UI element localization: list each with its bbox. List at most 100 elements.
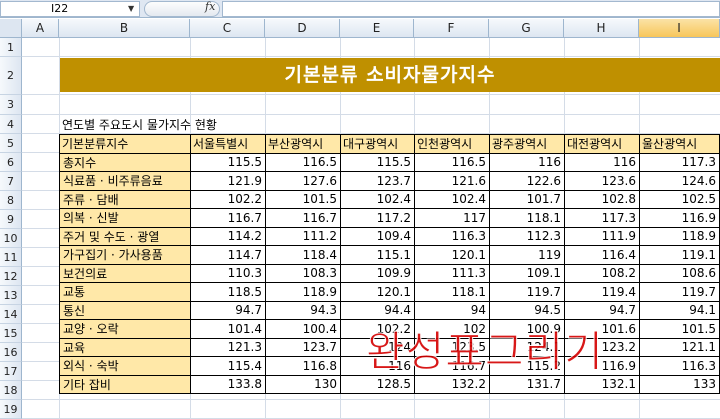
row-label[interactable]: 통신 <box>59 300 191 320</box>
row-label[interactable]: 교육 <box>59 337 191 357</box>
row-header-4[interactable]: 4 <box>0 115 22 134</box>
name-box[interactable]: I22 <box>0 1 140 17</box>
function-icon[interactable]: fx <box>205 0 215 13</box>
row-header-12[interactable]: 12 <box>0 267 22 286</box>
value-cell[interactable]: 108.3 <box>265 263 341 283</box>
row-label[interactable]: 가구집기 · 가사용품 <box>59 245 191 265</box>
value-cell[interactable]: 117.3 <box>564 208 640 228</box>
value-cell[interactable]: 115.4 <box>190 356 266 376</box>
value-cell[interactable]: 110.3 <box>190 263 266 283</box>
value-cell[interactable]: 133.8 <box>190 374 266 394</box>
value-cell[interactable]: 117.3 <box>639 152 720 172</box>
header-category[interactable]: 기본분류지수 <box>59 134 191 154</box>
row-label[interactable]: 식료품 · 비주류음료 <box>59 171 191 191</box>
value-cell[interactable]: 118.4 <box>265 245 341 265</box>
value-cell[interactable]: 117.2 <box>340 208 415 228</box>
row-label[interactable]: 교양 · 오락 <box>59 319 191 339</box>
row-header-3[interactable]: 3 <box>0 95 22 115</box>
value-cell[interactable]: 119.1 <box>639 245 720 265</box>
column-header-d[interactable]: D <box>265 19 340 38</box>
value-cell[interactable]: 119.7 <box>489 282 565 302</box>
header-city[interactable]: 광주광역시 <box>489 134 565 154</box>
column-header-g[interactable]: G <box>489 19 564 38</box>
value-cell[interactable]: 109.1 <box>489 263 565 283</box>
value-cell[interactable]: 101.7 <box>489 189 565 209</box>
value-cell[interactable]: 121.1 <box>639 337 720 357</box>
value-cell[interactable]: 115.5 <box>190 152 266 172</box>
header-city[interactable]: 대전광역시 <box>564 134 640 154</box>
header-city[interactable]: 울산광역시 <box>639 134 720 154</box>
value-cell[interactable]: 127.6 <box>265 171 341 191</box>
value-cell[interactable]: 94.3 <box>265 300 341 320</box>
row-header-17[interactable]: 17 <box>0 362 22 381</box>
value-cell[interactable]: 112.3 <box>489 226 565 246</box>
chevron-down-icon[interactable]: ▼ <box>128 4 134 13</box>
value-cell[interactable]: 94.5 <box>489 300 565 320</box>
value-cell[interactable]: 130 <box>265 374 341 394</box>
value-cell[interactable]: 94.7 <box>564 300 640 320</box>
value-cell[interactable]: 118.9 <box>265 282 341 302</box>
value-cell[interactable]: 101.5 <box>265 189 341 209</box>
row-header-16[interactable]: 16 <box>0 343 22 362</box>
row-header-13[interactable]: 13 <box>0 286 22 305</box>
value-cell[interactable]: 120.1 <box>340 282 415 302</box>
value-cell[interactable]: 122.6 <box>489 171 565 191</box>
value-cell[interactable]: 116.5 <box>414 152 490 172</box>
row-label[interactable]: 보건의료 <box>59 263 191 283</box>
value-cell[interactable]: 102.2 <box>190 189 266 209</box>
value-cell[interactable]: 116 <box>489 152 565 172</box>
value-cell[interactable]: 102.4 <box>340 189 415 209</box>
value-cell[interactable]: 108.6 <box>639 263 720 283</box>
row-header-19[interactable]: 19 <box>0 400 22 419</box>
row-label[interactable]: 교통 <box>59 282 191 302</box>
value-cell[interactable]: 100.4 <box>265 319 341 339</box>
value-cell[interactable]: 116.8 <box>265 356 341 376</box>
value-cell[interactable]: 115.5 <box>340 152 415 172</box>
column-header-f[interactable]: F <box>414 19 489 38</box>
value-cell[interactable]: 124.6 <box>639 171 720 191</box>
row-label[interactable]: 외식 · 숙박 <box>59 356 191 376</box>
value-cell[interactable]: 94.1 <box>639 300 720 320</box>
formula-input[interactable] <box>222 1 720 17</box>
value-cell[interactable]: 116.3 <box>414 226 490 246</box>
value-cell[interactable]: 120.1 <box>414 245 490 265</box>
value-cell[interactable]: 114.7 <box>190 245 266 265</box>
row-header-2[interactable]: 2 <box>0 57 22 95</box>
value-cell[interactable]: 118.5 <box>190 282 266 302</box>
row-header-7[interactable]: 7 <box>0 172 22 191</box>
value-cell[interactable]: 133 <box>639 374 720 394</box>
value-cell[interactable]: 109.4 <box>340 226 415 246</box>
value-cell[interactable]: 101.4 <box>190 319 266 339</box>
row-header-9[interactable]: 9 <box>0 210 22 229</box>
row-label[interactable]: 의복 · 신발 <box>59 208 191 228</box>
column-header-e[interactable]: E <box>340 19 414 38</box>
header-city[interactable]: 대구광역시 <box>340 134 415 154</box>
value-cell[interactable]: 94.7 <box>190 300 266 320</box>
value-cell[interactable]: 115.1 <box>340 245 415 265</box>
value-cell[interactable]: 121.9 <box>190 171 266 191</box>
value-cell[interactable]: 121.3 <box>190 337 266 357</box>
value-cell[interactable]: 116.7 <box>265 208 341 228</box>
value-cell[interactable]: 116.7 <box>190 208 266 228</box>
row-label[interactable]: 주거 및 수도 · 광열 <box>59 226 191 246</box>
row-header-1[interactable]: 1 <box>0 38 22 57</box>
header-city[interactable]: 인천광역시 <box>414 134 490 154</box>
row-header-11[interactable]: 11 <box>0 248 22 267</box>
value-cell[interactable]: 114.2 <box>190 226 266 246</box>
value-cell[interactable]: 102.5 <box>639 189 720 209</box>
value-cell[interactable]: 121.6 <box>414 171 490 191</box>
row-label[interactable]: 기타 잡비 <box>59 374 191 394</box>
value-cell[interactable]: 111.9 <box>564 226 640 246</box>
value-cell[interactable]: 119.4 <box>564 282 640 302</box>
row-header-6[interactable]: 6 <box>0 153 22 172</box>
value-cell[interactable]: 123.7 <box>340 171 415 191</box>
value-cell[interactable]: 111.2 <box>265 226 341 246</box>
value-cell[interactable]: 102.8 <box>564 189 640 209</box>
column-header-h[interactable]: H <box>564 19 639 38</box>
value-cell[interactable]: 118.1 <box>489 208 565 228</box>
value-cell[interactable]: 116.5 <box>265 152 341 172</box>
value-cell[interactable]: 119 <box>489 245 565 265</box>
value-cell[interactable]: 108.2 <box>564 263 640 283</box>
value-cell[interactable]: 94 <box>414 300 490 320</box>
header-city[interactable]: 서울특별시 <box>190 134 266 154</box>
